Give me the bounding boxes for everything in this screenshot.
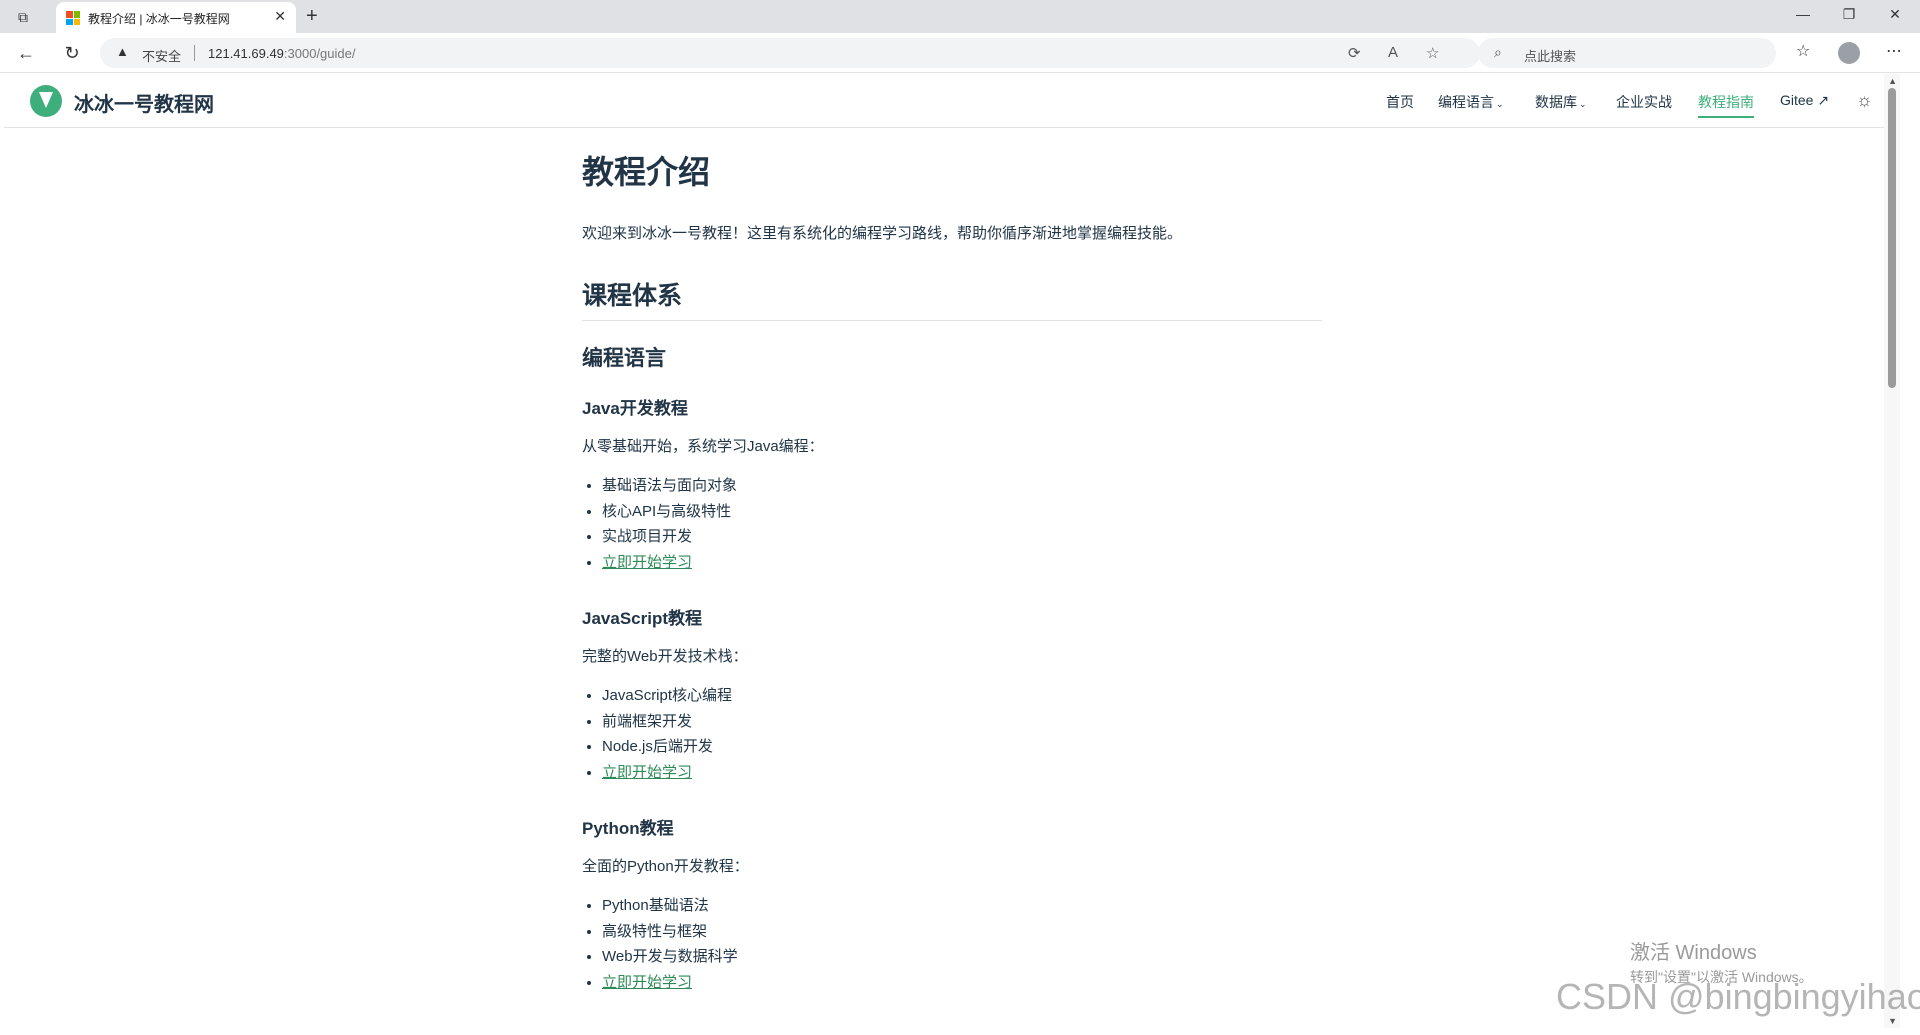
list-item: 立即开始学习 xyxy=(602,970,1322,996)
course-list: Python基础语法 高级特性与框架 Web开发与数据科学 立即开始学习 xyxy=(582,893,1322,995)
list-item: 前端框架开发 xyxy=(602,709,1322,735)
section-heading: 课程体系 xyxy=(582,280,1322,321)
intro-paragraph: 欢迎来到冰冰一号教程！这里有系统化的编程学习路线，帮助你循序渐进地掌握编程技能。 xyxy=(582,225,1183,242)
browser-toolbar: ← ↻ ▲ 不安全 121.41.69.49:3000/guide/ ⟳ A ☆… xyxy=(0,33,1920,73)
more-menu-icon[interactable]: ⋯ xyxy=(1886,41,1902,61)
site-navbar: 冰冰一号教程网 首页 编程语言 ⌄ 数据库 ⌄ 企业实战 教程指南 Gitee ↗ … xyxy=(4,74,1900,128)
refresh-icon[interactable]: ↻ xyxy=(60,42,84,64)
url-text: 121.41.69.49:3000/guide/ xyxy=(208,46,356,61)
csdn-watermark: CSDN @bingbingyihao xyxy=(1556,976,1920,1017)
list-item: 实战项目开发 xyxy=(602,524,1322,550)
theme-toggle-icon[interactable]: ☼ xyxy=(1856,90,1873,111)
course-list: JavaScript核心编程 前端框架开发 Node.js后端开发 立即开始学习 xyxy=(582,683,1322,785)
scrollbar-thumb[interactable] xyxy=(1888,88,1896,388)
course-list: 基础语法与面向对象 核心API与高级特性 实战项目开发 立即开始学习 xyxy=(582,473,1322,575)
browser-tab[interactable]: 教程介绍 | 冰冰一号教程网 ✕ xyxy=(56,2,296,33)
search-placeholder: 点此搜索 xyxy=(1524,49,1577,64)
start-learning-link[interactable]: 立即开始学习 xyxy=(602,554,692,571)
course-java: Java开发教程 从零基础开始，系统学习Java编程： 基础语法与面向对象 核心… xyxy=(582,397,1322,575)
site-logo-icon[interactable] xyxy=(30,85,62,117)
minimize-icon[interactable]: — xyxy=(1788,6,1818,22)
scroll-up-icon[interactable]: ▲ xyxy=(1888,76,1897,86)
list-item: Node.js后端开发 xyxy=(602,734,1322,760)
chevron-down-icon: ⌄ xyxy=(1579,99,1587,109)
tab-actions-icon[interactable]: ⧉ xyxy=(14,8,32,26)
search-box[interactable]: ⌕ 点此搜索 xyxy=(1478,38,1776,68)
list-item: JavaScript核心编程 xyxy=(602,683,1322,709)
course-title: Python教程 xyxy=(582,819,674,838)
nav-home[interactable]: 首页 xyxy=(1386,92,1414,112)
chevron-down-icon: ⌄ xyxy=(1496,99,1504,109)
site-title[interactable]: 冰冰一号教程网 xyxy=(74,88,214,117)
profile-avatar[interactable] xyxy=(1838,42,1860,64)
list-item: Web开发与数据科学 xyxy=(602,944,1322,970)
web-page: 冰冰一号教程网 首页 编程语言 ⌄ 数据库 ⌄ 企业实战 教程指南 Gitee ↗ … xyxy=(4,74,1900,1028)
address-bar[interactable]: ▲ 不安全 121.41.69.49:3000/guide/ ⟳ A ☆ xyxy=(100,38,1480,68)
course-desc: 完整的Web开发技术栈： xyxy=(582,648,748,665)
subsection-heading: 编程语言 xyxy=(582,347,666,370)
page-scrollbar[interactable]: ▲ ▼ xyxy=(1884,74,1900,1028)
security-label: 不安全 xyxy=(142,49,182,64)
nav-database[interactable]: 数据库 ⌄ xyxy=(1535,92,1587,112)
nav-programming-languages[interactable]: 编程语言 ⌄ xyxy=(1438,92,1504,112)
favorites-icon[interactable]: ☆ xyxy=(1796,41,1810,61)
browser-tab-bar: ⧉ 教程介绍 | 冰冰一号教程网 ✕ + — ❐ ✕ xyxy=(0,0,1920,33)
restore-icon[interactable]: ❐ xyxy=(1834,6,1864,23)
list-item: 基础语法与面向对象 xyxy=(602,473,1322,499)
page-title: 教程介绍 xyxy=(582,154,711,190)
course-python: Python教程 全面的Python开发教程： Python基础语法 高级特性与… xyxy=(582,817,1322,995)
new-tab-icon[interactable]: + xyxy=(306,5,318,27)
back-icon[interactable]: ← xyxy=(14,42,38,64)
course-title: JavaScript教程 xyxy=(582,609,702,628)
course-desc: 全面的Python开发教程： xyxy=(582,858,749,875)
main-content: 教程介绍 欢迎来到冰冰一号教程！这里有系统化的编程学习路线，帮助你循序渐进地掌握… xyxy=(582,152,1322,1035)
list-item: 立即开始学习 xyxy=(602,760,1322,786)
favorite-star-icon[interactable]: ☆ xyxy=(1426,44,1439,62)
site-favicon-icon xyxy=(66,11,80,25)
course-javascript: JavaScript教程 完整的Web开发技术栈： JavaScript核心编程… xyxy=(582,607,1322,785)
warning-icon: ▲ xyxy=(116,44,129,59)
list-item: 高级特性与框架 xyxy=(602,919,1322,945)
start-learning-link[interactable]: 立即开始学习 xyxy=(602,764,692,781)
translate-icon[interactable]: ⟳ xyxy=(1348,44,1361,62)
list-item: 立即开始学习 xyxy=(602,550,1322,576)
start-learning-link[interactable]: 立即开始学习 xyxy=(602,974,692,991)
read-aloud-icon[interactable]: A xyxy=(1388,44,1398,61)
close-tab-icon[interactable]: ✕ xyxy=(274,8,286,25)
course-title: Java开发教程 xyxy=(582,399,688,418)
list-item: Python基础语法 xyxy=(602,893,1322,919)
tab-title: 教程介绍 | 冰冰一号教程网 xyxy=(88,12,230,26)
close-window-icon[interactable]: ✕ xyxy=(1880,6,1910,23)
nav-gitee[interactable]: Gitee ↗ xyxy=(1780,92,1829,109)
nav-guide[interactable]: 教程指南 xyxy=(1698,92,1754,118)
nav-enterprise[interactable]: 企业实战 xyxy=(1616,92,1672,112)
divider xyxy=(194,45,195,61)
activation-title: 激活 Windows xyxy=(1630,942,1757,964)
course-desc: 从零基础开始，系统学习Java编程： xyxy=(582,438,824,455)
search-icon: ⌕ xyxy=(1494,44,1502,60)
list-item: 核心API与高级特性 xyxy=(602,499,1322,525)
